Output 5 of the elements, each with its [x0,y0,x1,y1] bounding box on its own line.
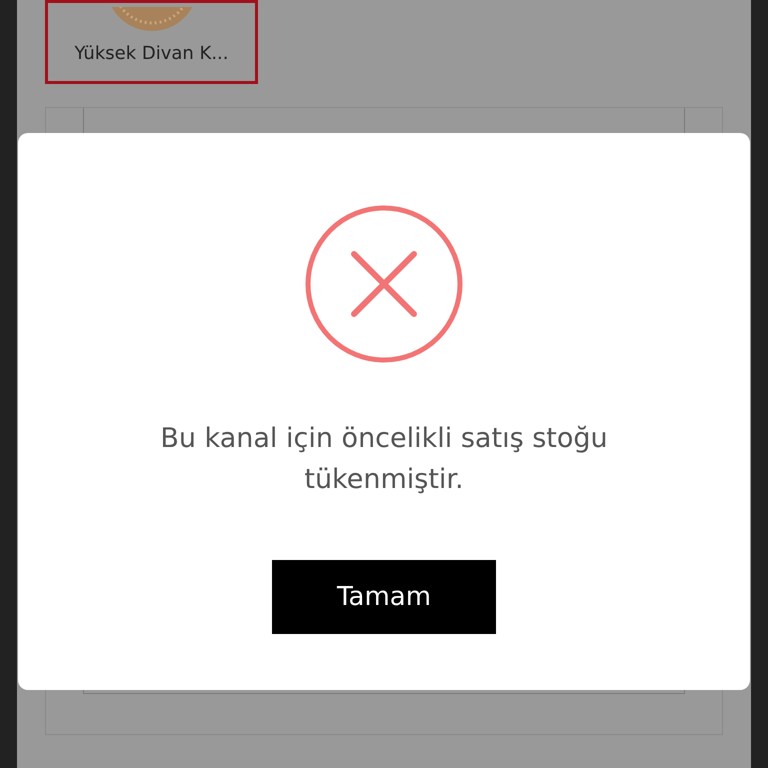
card-label: Yüksek Divan K... [74,42,228,66]
error-icon [305,205,463,363]
alert-message: Bu kanal için öncelikli satış stoğu tükenmiştir. [159,422,609,496]
ok-button[interactable]: Tamam [272,560,496,634]
channel-card[interactable]: Yüksek Divan K... [45,0,258,84]
